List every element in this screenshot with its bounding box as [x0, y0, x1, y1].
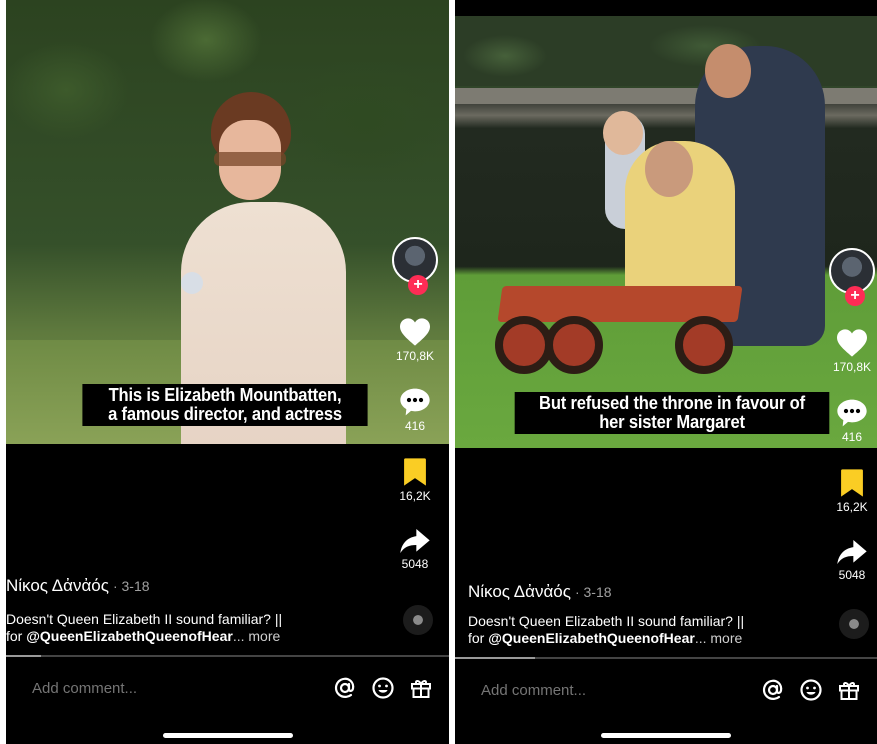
- video-screen-2: But refused the throne in favour of her …: [455, 0, 877, 744]
- flower: [181, 272, 203, 294]
- wagon-wheel: [545, 316, 603, 374]
- follow-button[interactable]: +: [408, 275, 428, 295]
- gift-icon[interactable]: [837, 678, 861, 702]
- more-link[interactable]: ... more: [233, 628, 280, 644]
- emoji-icon[interactable]: [799, 678, 823, 702]
- author-line[interactable]: Νίκος Δἀνἀός · 3-18: [468, 582, 612, 602]
- video-caption: This is Elizabeth Mountbatten, a famous …: [82, 384, 368, 426]
- heart-icon: [399, 318, 430, 346]
- at-mention-icon[interactable]: [761, 678, 785, 702]
- gift-icon[interactable]: [409, 676, 433, 700]
- author-name[interactable]: Νίκος Δἀνἀός: [468, 582, 571, 601]
- share-icon: [837, 540, 867, 564]
- action-rail: + 170,8K 416 16,2K 5048: [390, 237, 440, 571]
- comment-icon: [400, 388, 430, 416]
- music-disc[interactable]: [839, 609, 869, 639]
- heart-icon: [836, 329, 867, 357]
- bookmark-icon: [404, 458, 426, 486]
- post-date: · 3-18: [112, 578, 150, 594]
- description-line-2: for @QueenElizabethQueenofHear... more: [468, 630, 798, 647]
- mention-link[interactable]: @QueenElizabethQueenofHear: [26, 628, 233, 644]
- like-count: 170,8K: [395, 349, 435, 363]
- comment-bar: [6, 663, 449, 713]
- description-prefix: for: [6, 628, 27, 644]
- home-indicator[interactable]: [601, 733, 731, 738]
- wagon-wheel: [675, 316, 733, 374]
- video-frame: [6, 0, 449, 444]
- creator-avatar[interactable]: +: [392, 237, 438, 295]
- follow-button[interactable]: +: [845, 286, 865, 306]
- video-caption: But refused the throne in favour of her …: [514, 392, 830, 434]
- description-prefix: for: [468, 630, 489, 646]
- mention-link[interactable]: @QueenElizabethQueenofHear: [488, 630, 695, 646]
- video-description[interactable]: Doesn't Queen Elizabeth II sound familia…: [468, 613, 798, 647]
- progress-fill: [455, 657, 536, 659]
- caption-line-2: her sister Margaret: [599, 412, 745, 432]
- comment-input[interactable]: [6, 678, 333, 698]
- description-line-1: Doesn't Queen Elizabeth II sound familia…: [6, 611, 283, 627]
- like-button[interactable]: 170,8K: [396, 317, 434, 363]
- action-rail: + 170,8K 416 16,2K 5048: [827, 248, 877, 582]
- description-line-2: for @QueenElizabethQueenofHear... more: [6, 628, 336, 645]
- save-button[interactable]: 16,2K: [399, 457, 431, 503]
- bookmark-icon: [841, 469, 863, 497]
- save-count: 16,2K: [836, 500, 868, 514]
- comment-bar: [455, 665, 877, 715]
- comment-icon: [837, 399, 867, 427]
- comment-button[interactable]: 416: [399, 387, 431, 433]
- description-line-1: Doesn't Queen Elizabeth II sound familia…: [468, 613, 745, 629]
- comment-bar-icons: [333, 676, 449, 700]
- sunglasses: [214, 152, 286, 166]
- comment-button[interactable]: 416: [836, 398, 868, 444]
- share-icon: [400, 529, 430, 553]
- comment-count: 416: [404, 419, 426, 433]
- woman-head: [705, 44, 751, 98]
- caption-line-2: a famous director, and actress: [108, 404, 342, 424]
- author-line[interactable]: Νίκος Δἀνἀός · 3-18: [6, 576, 150, 596]
- like-button[interactable]: 170,8K: [833, 328, 871, 374]
- progress-fill: [6, 655, 42, 657]
- girl-head: [645, 141, 693, 197]
- like-count: 170,8K: [832, 360, 872, 374]
- video-progress-bar[interactable]: [6, 655, 449, 657]
- caption-line-1: But refused the throne in favour of: [539, 393, 805, 413]
- video-frame: [455, 16, 877, 448]
- music-disc[interactable]: [403, 605, 433, 635]
- video-player[interactable]: [455, 16, 877, 448]
- caption-line-1: This is Elizabeth Mountbatten,: [108, 385, 342, 405]
- share-button[interactable]: 5048: [399, 527, 431, 571]
- video-screen-1: This is Elizabeth Mountbatten, a famous …: [6, 0, 449, 744]
- post-date: · 3-18: [574, 584, 612, 600]
- boy-head: [603, 111, 643, 155]
- home-indicator[interactable]: [162, 733, 293, 738]
- share-button[interactable]: 5048: [836, 538, 868, 582]
- comment-bar-icons: [761, 678, 877, 702]
- save-button[interactable]: 16,2K: [836, 468, 868, 514]
- share-count: 5048: [838, 568, 866, 582]
- emoji-icon[interactable]: [371, 676, 395, 700]
- save-count: 16,2K: [399, 489, 431, 503]
- author-name[interactable]: Νίκος Δἀνἀός: [6, 576, 109, 595]
- creator-avatar[interactable]: +: [829, 248, 875, 306]
- more-link[interactable]: ... more: [695, 630, 742, 646]
- at-mention-icon[interactable]: [333, 676, 357, 700]
- share-count: 5048: [401, 557, 429, 571]
- video-progress-bar[interactable]: [455, 657, 877, 659]
- comment-count: 416: [841, 430, 863, 444]
- video-player[interactable]: [6, 0, 449, 444]
- video-description[interactable]: Doesn't Queen Elizabeth II sound familia…: [6, 611, 336, 645]
- comment-input[interactable]: [455, 680, 761, 700]
